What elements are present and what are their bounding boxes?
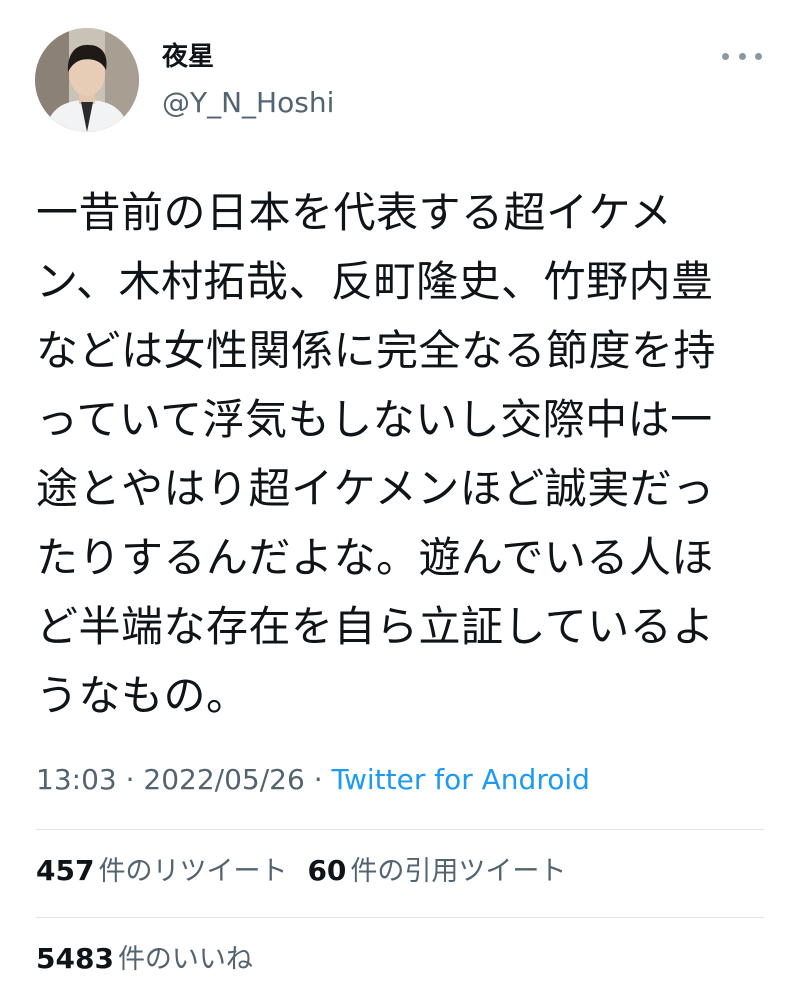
quotes-count: 60 [307,854,347,887]
more-horizontal-icon[interactable] [722,44,762,68]
tweet-meta: 13:03 · 2022/05/26 · Twitter for Android [36,762,590,798]
retweets-stat[interactable]: 457 件のリツイート [36,854,288,887]
username-handle[interactable]: @Y_N_Hoshi [162,86,334,120]
meta-separator: · [116,763,144,796]
meta-separator: · [304,763,332,796]
divider [36,917,764,918]
dot [722,52,729,60]
display-name[interactable]: 夜星 [162,42,214,73]
tweet-date[interactable]: 2022/05/26 [143,763,304,796]
likes-stat[interactable]: 5483 件のいいね [36,942,253,975]
divider [36,829,764,830]
avatar-photo [35,28,139,132]
likes-stats-row: 5483 件のいいね [36,941,273,977]
retweets-count: 457 [36,854,95,887]
dot [738,52,746,60]
retweets-label: 件のリツイート [98,856,288,887]
retweet-stats-row: 457 件のリツイート 60 件の引用ツイート [36,853,586,889]
avatar[interactable] [35,28,139,132]
likes-label: 件のいいね [117,944,253,975]
tweet-text: 一昔前の日本を代表する超イケメ ン、木村拓哉、反町隆史、竹野内豊 などは女性関係… [36,188,717,720]
tweet-source-link[interactable]: Twitter for Android [332,763,590,796]
tweet-time[interactable]: 13:03 [36,763,117,796]
quote-tweets-stat[interactable]: 60 件の引用ツイート [307,854,567,887]
likes-count: 5483 [36,942,114,975]
dot [755,52,762,60]
quotes-label: 件の引用ツイート [350,856,567,887]
